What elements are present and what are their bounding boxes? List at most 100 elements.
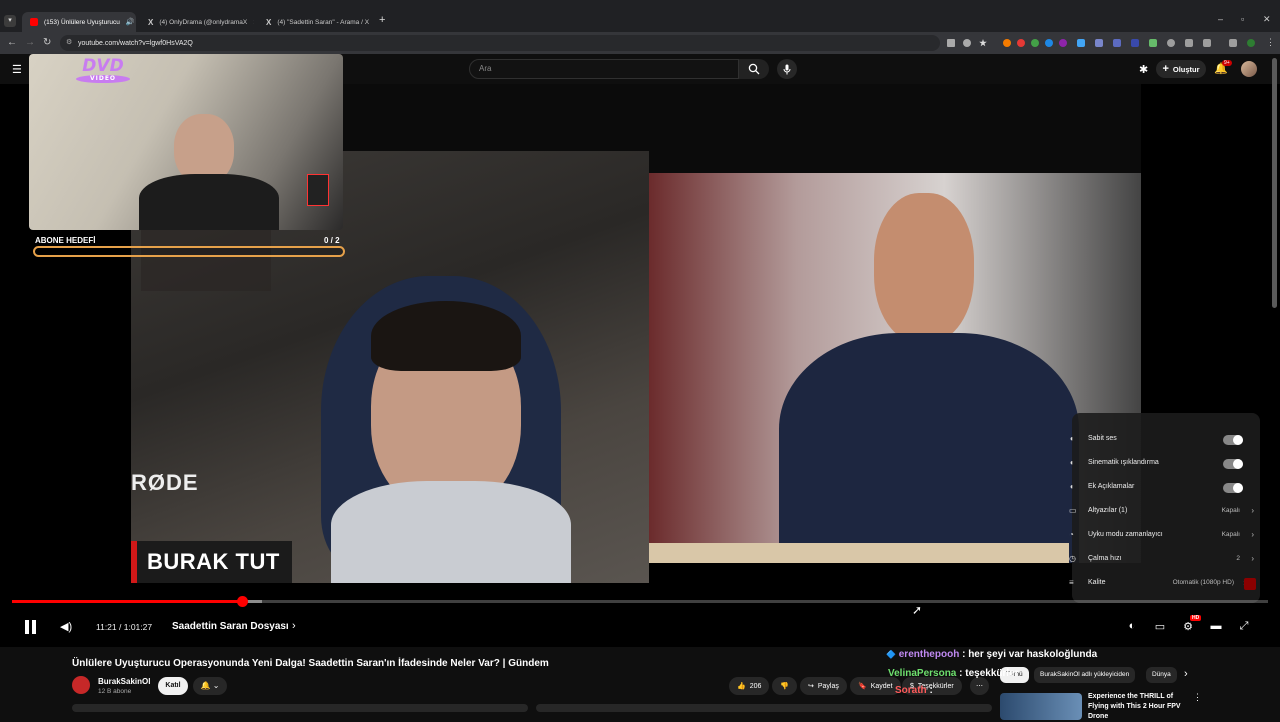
extension-icon[interactable]: [1045, 39, 1053, 47]
toggle-switch[interactable]: [1223, 435, 1243, 445]
x-logo-icon: X: [266, 17, 272, 27]
pc-case: [307, 174, 329, 206]
extension-icon[interactable]: [1003, 39, 1011, 47]
chat-message: Sorath :: [895, 685, 933, 696]
dvd-logo: DVD VIDEO: [76, 58, 130, 84]
join-button[interactable]: Katıl: [158, 677, 188, 695]
extension-icon[interactable]: [1031, 39, 1039, 47]
theater-mode-icon[interactable]: ▬: [1209, 620, 1223, 634]
setting-label: Uyku modu zamanlayıcı: [1088, 531, 1163, 538]
tab-label: (4) "Sadettin Saran" - Arama / X: [277, 18, 370, 26]
toggle-switch[interactable]: [1223, 459, 1243, 469]
fullscreen-icon[interactable]: ⤢: [1237, 620, 1251, 634]
settings-stable-volume[interactable]: ◖ Sabit ses: [1069, 428, 1260, 452]
setting-value: Kapalı: [1221, 507, 1240, 514]
window-close-icon[interactable]: ✕: [1263, 14, 1271, 25]
extension-icon[interactable]: [1149, 39, 1157, 47]
extensions-puzzle-icon[interactable]: [1203, 39, 1211, 47]
channel-avatar[interactable]: [72, 676, 90, 694]
extension-icon[interactable]: [1017, 39, 1025, 47]
recommended-video-title[interactable]: Experience the THRILL of Flying with Thi…: [1088, 692, 1188, 722]
page-scrollbar[interactable]: [1272, 58, 1277, 308]
x-logo-icon: X: [148, 17, 154, 27]
back-icon[interactable]: ←: [7, 37, 17, 48]
chat-text: teşekkürler: [965, 668, 1019, 679]
subtitles-icon[interactable]: ▭: [1153, 620, 1167, 634]
minimize-icon[interactable]: –: [1218, 14, 1223, 24]
autoplay-toggle-icon[interactable]: ◐: [1125, 620, 1139, 634]
setting-value: Kapalı: [1221, 531, 1240, 538]
extension-icon[interactable]: [1059, 39, 1067, 47]
reload-icon[interactable]: ↻: [43, 37, 51, 48]
like-button[interactable]: 👍 206: [729, 677, 770, 695]
subscribe-bell-button[interactable]: 🔔 ⌄: [193, 677, 227, 695]
chevron-right-icon[interactable]: ›: [1184, 668, 1188, 680]
description-box[interactable]: [72, 704, 528, 712]
setting-label: Sinematik ışıklandırma: [1088, 459, 1159, 466]
dislike-button[interactable]: 👎: [772, 677, 797, 695]
hamburger-menu-icon[interactable]: ☰: [12, 63, 22, 76]
chip-world[interactable]: Dünya: [1146, 667, 1177, 683]
close-icon[interactable]: ×: [253, 18, 254, 27]
tab-onlydrama[interactable]: X (4) OnlyDrama (@onlydramaX ×: [140, 12, 254, 32]
save-button[interactable]: 🔖 Kaydet: [850, 677, 901, 695]
speaker-icon[interactable]: 🔊: [126, 18, 135, 26]
settings-playback-speed[interactable]: ◷ Çalma hızı 2 ›: [1069, 548, 1260, 572]
settings-quality[interactable]: ≡ Kalite Otomatik (1080p HD) ›: [1069, 572, 1260, 596]
thumbs-up-icon: 👍: [737, 683, 746, 690]
settings-annotations[interactable]: ◖ Ek Açıklamalar: [1069, 476, 1260, 500]
recommended-video-thumbnail[interactable]: [1000, 693, 1082, 720]
voice-search-button[interactable]: [777, 59, 797, 79]
browser-menu-icon[interactable]: ⋮: [1266, 37, 1275, 48]
subscriber-goal-count: 0 / 2: [324, 236, 340, 245]
chat-badge-icon: 🔷: [886, 650, 896, 659]
chevron-down-icon: ⌄: [212, 681, 220, 690]
tab-search-icon[interactable]: ▾: [4, 15, 16, 27]
maximize-icon[interactable]: ▫: [1241, 14, 1244, 24]
tab-x-search[interactable]: X (4) "Sadettin Saran" - Arama / X ×: [258, 12, 372, 32]
save-label: Kaydet: [870, 682, 893, 690]
extension-icon[interactable]: [1095, 39, 1103, 47]
extension-icon[interactable]: [1229, 39, 1237, 47]
bell-icon: 🔔: [200, 681, 211, 690]
new-tab-button[interactable]: +: [379, 14, 385, 26]
settings-ambient-mode[interactable]: ◖ Sinematik ışıklandırma: [1069, 452, 1260, 476]
volume-button[interactable]: ◀): [60, 620, 72, 633]
toggle-switch[interactable]: [1223, 483, 1243, 493]
forward-icon[interactable]: →: [25, 37, 35, 48]
extension-icon[interactable]: [1077, 39, 1085, 47]
progress-scrubber[interactable]: [236, 596, 248, 607]
cast-icon[interactable]: [947, 39, 955, 47]
site-info-icon[interactable]: ⚙: [66, 38, 72, 46]
share-button[interactable]: ↪ Paylaş: [800, 677, 847, 695]
settings-sleep-timer[interactable]: ◔ Uyku modu zamanlayıcı Kapalı ›: [1069, 524, 1260, 548]
progress-bar[interactable]: [12, 600, 1268, 603]
dvd-logo-text: DVD: [82, 56, 124, 76]
extension-icon[interactable]: [1131, 39, 1139, 47]
chat-message: 🔷 erenthepooh : her şeyi var haskoloğlun…: [886, 649, 1097, 660]
tab-label: (4) OnlyDrama (@onlydramaX: [159, 18, 248, 26]
chevron-right-icon[interactable]: ›: [292, 620, 296, 632]
channel-name[interactable]: BurakSakinOl: [98, 677, 150, 686]
search-button[interactable]: [739, 59, 769, 79]
pause-button[interactable]: [23, 619, 39, 635]
chip-from-uploader[interactable]: BurakSakinOl adlı yükleyiciden: [1034, 667, 1136, 683]
url-field[interactable]: ⚙ youtube.com/watch?v=lgwf0HsVA2Q: [60, 35, 940, 51]
eye-off-icon[interactable]: [963, 39, 971, 47]
settings-subtitles[interactable]: ▭ Altyazılar (1) Kapalı ›: [1069, 500, 1260, 524]
comments-box[interactable]: [536, 704, 992, 712]
search-input[interactable]: Ara: [469, 59, 739, 79]
more-actions-button[interactable]: ⋯: [970, 677, 989, 695]
extension-icon[interactable]: [1113, 39, 1121, 47]
more-options-icon[interactable]: ⋮: [1193, 692, 1202, 703]
chapter-title[interactable]: Saadettin Saran Dosyası: [172, 621, 289, 632]
account-avatar[interactable]: [1241, 61, 1257, 77]
extension-icon[interactable]: [1167, 39, 1175, 47]
profile-icon[interactable]: [1247, 39, 1255, 47]
settings-gear-icon[interactable]: ⚙: [1181, 620, 1195, 634]
chat-username: erenthepooh: [898, 649, 960, 660]
tab-youtube[interactable]: (153) Ünlülere Uyuşturucu 🔊 ×: [22, 12, 136, 32]
create-button[interactable]: + Oluştur: [1156, 60, 1206, 78]
extension-icon[interactable]: [1185, 39, 1193, 47]
puzzle-icon[interactable]: ✱: [1139, 63, 1148, 76]
